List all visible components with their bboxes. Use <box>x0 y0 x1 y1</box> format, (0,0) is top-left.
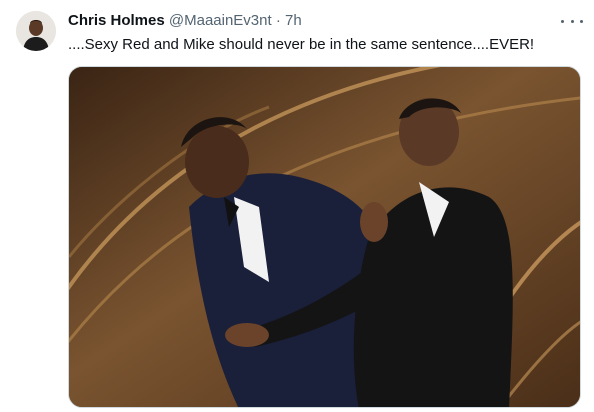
tweet-timestamp[interactable]: 7h <box>285 12 302 29</box>
more-dot <box>570 19 574 23</box>
more-options-button[interactable] <box>561 11 583 31</box>
tweet-media-photo[interactable] <box>68 66 581 408</box>
tweet-header: Chris Holmes @MaaainEv3nt · 7h <box>68 11 302 31</box>
author-avatar[interactable] <box>16 11 56 51</box>
separator-dot: · <box>275 12 281 29</box>
author-handle[interactable]: @MaaainEv3nt <box>169 12 272 29</box>
more-dot <box>580 19 583 23</box>
photo-image <box>69 67 580 407</box>
tweet-text: ....Sexy Red and Mike should never be in… <box>68 36 535 53</box>
author-name[interactable]: Chris Holmes <box>68 12 165 29</box>
avatar-image <box>16 11 56 51</box>
more-dot <box>561 19 564 23</box>
